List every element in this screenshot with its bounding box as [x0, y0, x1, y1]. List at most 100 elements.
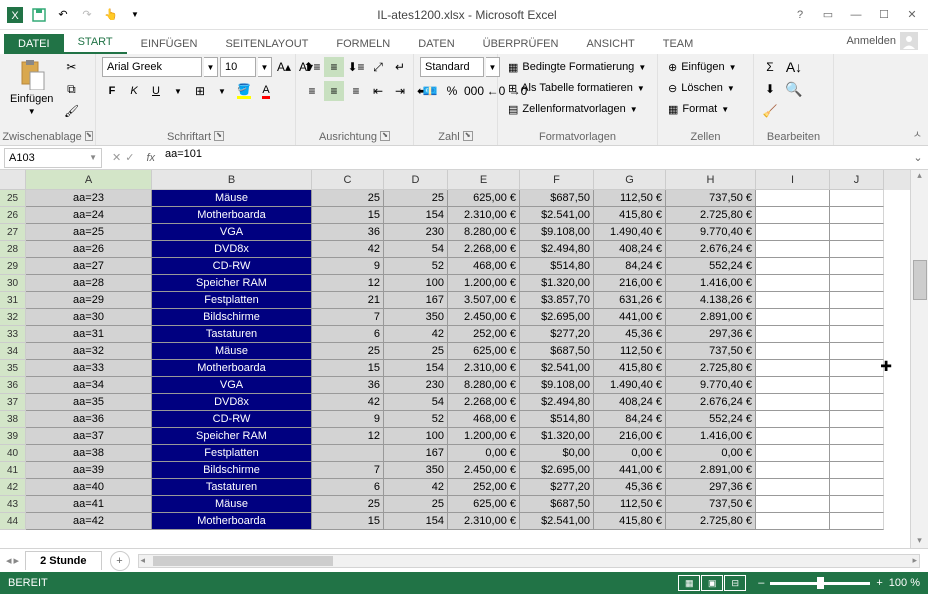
sheet-nav-prev-icon[interactable]: ◂	[6, 554, 12, 567]
comma-icon[interactable]: 000	[464, 81, 484, 101]
cell[interactable]: VGA	[152, 377, 312, 394]
cell[interactable]	[756, 343, 830, 360]
save-icon[interactable]	[28, 4, 50, 26]
cell[interactable]: 9.770,40 €	[666, 224, 756, 241]
cell[interactable]	[830, 394, 884, 411]
grow-font-icon[interactable]: A▴	[274, 57, 294, 77]
cell[interactable]: 112,50 €	[594, 190, 666, 207]
row-header[interactable]: 38	[0, 411, 26, 428]
tab-view[interactable]: ANSICHT	[572, 34, 648, 54]
cell[interactable]: $1.320,00	[520, 428, 594, 445]
align-middle-icon[interactable]: ≡	[324, 57, 344, 77]
cell[interactable]: 2.725,80 €	[666, 513, 756, 530]
cell[interactable]: 25	[384, 190, 448, 207]
cell[interactable]: aa=39	[26, 462, 152, 479]
font-color-icon[interactable]: A	[256, 81, 276, 101]
cell[interactable]: aa=42	[26, 513, 152, 530]
cell[interactable]: 6	[312, 326, 384, 343]
cell[interactable]: Festplatten	[152, 292, 312, 309]
tab-team[interactable]: Team	[649, 34, 708, 54]
cell[interactable]	[756, 207, 830, 224]
number-format-select[interactable]	[420, 57, 484, 77]
cell[interactable]: CD-RW	[152, 258, 312, 275]
cell[interactable]: 154	[384, 513, 448, 530]
tab-file[interactable]: DATEI	[4, 34, 64, 54]
cell[interactable]: $277,20	[520, 479, 594, 496]
row-header[interactable]: 28	[0, 241, 26, 258]
paste-button[interactable]: Einfügen ▼	[6, 57, 57, 118]
cell[interactable]: 154	[384, 207, 448, 224]
cut-icon[interactable]: ✂	[61, 57, 81, 77]
conditional-formatting-button[interactable]: ▦Bedingte Formatierung▼	[504, 57, 650, 77]
touch-mode-icon[interactable]: 👆	[100, 4, 122, 26]
cell[interactable]: Speicher RAM	[152, 275, 312, 292]
column-header-I[interactable]: I	[756, 170, 830, 190]
cell[interactable]: 1.490,40 €	[594, 377, 666, 394]
cell[interactable]	[756, 241, 830, 258]
cell[interactable]: Bildschirme	[152, 309, 312, 326]
cell[interactable]: aa=31	[26, 326, 152, 343]
tab-data[interactable]: DATEN	[404, 34, 468, 54]
cell[interactable]	[830, 258, 884, 275]
bold-button[interactable]: F	[102, 81, 122, 101]
select-all-corner[interactable]	[0, 170, 26, 190]
normal-view-icon[interactable]: ▦	[678, 575, 700, 591]
cell[interactable]: $2.695,00	[520, 462, 594, 479]
zoom-level[interactable]: 100 %	[889, 577, 920, 589]
cell[interactable]: $687,50	[520, 190, 594, 207]
cell[interactable]	[830, 275, 884, 292]
cell[interactable]: $2.494,80	[520, 241, 594, 258]
row-header[interactable]: 37	[0, 394, 26, 411]
cell[interactable]: $277,20	[520, 326, 594, 343]
cell[interactable]	[830, 377, 884, 394]
cell[interactable]: 2.725,80 €	[666, 360, 756, 377]
row-header[interactable]: 32	[0, 309, 26, 326]
cell[interactable]: 42	[384, 326, 448, 343]
cell[interactable]	[830, 224, 884, 241]
row-header[interactable]: 29	[0, 258, 26, 275]
cell[interactable]: 737,50 €	[666, 343, 756, 360]
indent-increase-icon[interactable]: ⇥	[390, 81, 410, 101]
cell[interactable]	[756, 479, 830, 496]
cell[interactable]: $2.541,00	[520, 513, 594, 530]
cell[interactable]	[830, 513, 884, 530]
cell[interactable]: aa=33	[26, 360, 152, 377]
name-box[interactable]: A103▼	[4, 148, 102, 168]
cell[interactable]	[830, 462, 884, 479]
cancel-formula-icon[interactable]: ✕	[112, 151, 121, 164]
indent-decrease-icon[interactable]: ⇤	[368, 81, 388, 101]
cell[interactable]: Motherboarda	[152, 207, 312, 224]
row-header[interactable]: 43	[0, 496, 26, 513]
help-icon[interactable]: ?	[788, 5, 812, 25]
row-header[interactable]: 26	[0, 207, 26, 224]
cell[interactable]: Tastaturen	[152, 326, 312, 343]
cell[interactable]: 2.676,24 €	[666, 241, 756, 258]
orientation-icon[interactable]: ⤢	[368, 57, 388, 77]
cell[interactable]: CD-RW	[152, 411, 312, 428]
column-header-J[interactable]: J	[830, 170, 884, 190]
column-header-F[interactable]: F	[520, 170, 594, 190]
cell[interactable]	[756, 275, 830, 292]
cell[interactable]: 625,00 €	[448, 496, 520, 513]
cell[interactable]: 415,80 €	[594, 513, 666, 530]
cell[interactable]: aa=29	[26, 292, 152, 309]
cell[interactable]: Festplatten	[152, 445, 312, 462]
cell[interactable]: $3.857,70	[520, 292, 594, 309]
cell[interactable]: 297,36 €	[666, 479, 756, 496]
cell[interactable]: 230	[384, 377, 448, 394]
cell[interactable]	[830, 445, 884, 462]
cell[interactable]: $1.320,00	[520, 275, 594, 292]
cell[interactable]: $0,00	[520, 445, 594, 462]
cell[interactable]: 25	[312, 343, 384, 360]
cell[interactable]	[830, 428, 884, 445]
cell[interactable]: $687,50	[520, 496, 594, 513]
cell[interactable]: 2.725,80 €	[666, 207, 756, 224]
ribbon-options-icon[interactable]: ▭	[816, 5, 840, 25]
cell[interactable]: 252,00 €	[448, 479, 520, 496]
vertical-scrollbar[interactable]: ▴ ▾	[910, 170, 928, 548]
cell[interactable]: 441,00 €	[594, 309, 666, 326]
cell[interactable]	[756, 258, 830, 275]
cell[interactable]: 2.450,00 €	[448, 462, 520, 479]
italic-button[interactable]: K	[124, 81, 144, 101]
copy-icon[interactable]: ⧉	[61, 79, 81, 99]
